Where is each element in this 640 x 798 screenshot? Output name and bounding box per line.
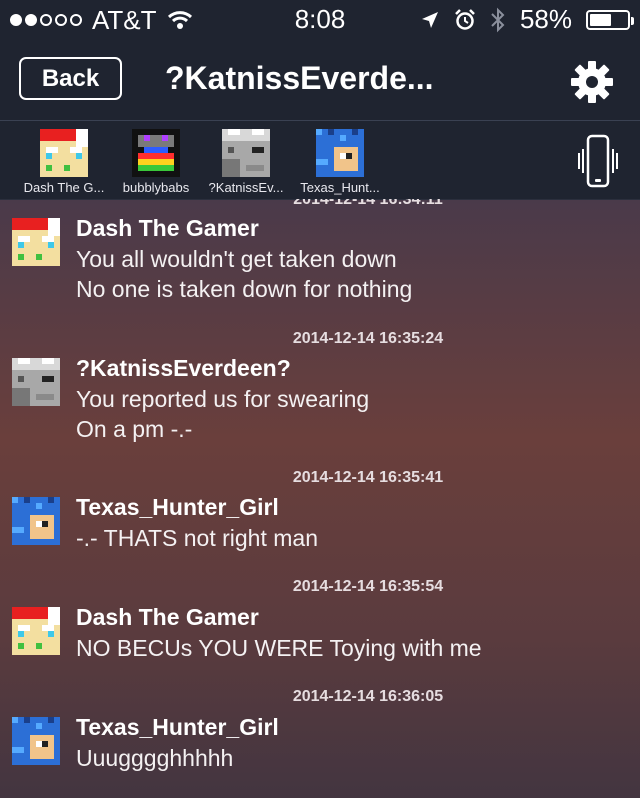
signal-dot	[40, 14, 52, 26]
red-hat-avatar	[12, 218, 60, 266]
timestamp: 2014-12-14 16:35:24	[292, 330, 444, 347]
status-right: 58%	[420, 4, 634, 35]
gray-avatar	[12, 358, 60, 406]
signal-strength-icon	[10, 14, 82, 26]
red-hat-avatar	[12, 607, 60, 655]
carrier-label: AT&T	[92, 4, 157, 35]
message-item: Texas_Hunter_Girl -.- THATS not right ma…	[12, 494, 622, 554]
member-item[interactable]: bubblybabs	[108, 129, 204, 195]
rainbow-avatar	[132, 129, 180, 177]
navigation-bar: Back ?KatnissEverde...	[0, 40, 640, 121]
status-left: AT&T	[0, 5, 193, 36]
wifi-icon	[167, 11, 192, 29]
vibrate-phone-icon[interactable]	[578, 133, 618, 189]
alarm-clock-icon	[455, 8, 475, 30]
signal-dot	[10, 14, 22, 26]
member-name: Dash The G...	[23, 180, 105, 195]
chat-title: ?KatnissEverde...	[165, 60, 434, 96]
message-text: -.- THATS not right man	[76, 525, 318, 551]
battery-fill	[590, 13, 611, 26]
blue-avatar	[12, 497, 60, 545]
message-item: ?KatnissEverdeen? You reported us for sw…	[12, 355, 622, 445]
timestamp: 2014-12-14 16:35:54	[292, 578, 444, 595]
message-text: Uuugggghhhhh	[76, 745, 234, 771]
battery-percent: 58%	[519, 4, 572, 34]
chat-log[interactable]: 2014-12-14 16:34:11 Dash The Gamer You a…	[0, 199, 640, 798]
member-name: Texas_Hunt...	[300, 180, 380, 195]
member-name: bubblybabs	[122, 180, 190, 195]
sender-name: Texas_Hunter_Girl	[76, 714, 279, 740]
member-item[interactable]: Dash The G...	[16, 129, 112, 195]
sender-name: ?KatnissEverdeen?	[76, 355, 291, 381]
message-text: No one is taken down for nothing	[76, 276, 413, 302]
message-item: Dash The Gamer NO BECUs YOU WERE Toying …	[12, 604, 622, 664]
sender-name: Dash The Gamer	[76, 604, 259, 630]
sender-name: Texas_Hunter_Girl	[76, 494, 279, 520]
message-item: Dash The Gamer You all wouldn't get take…	[12, 215, 622, 305]
signal-dot	[25, 14, 37, 26]
member-name: ?KatnissEv...	[208, 180, 284, 195]
signal-dot	[55, 14, 67, 26]
member-item[interactable]: Texas_Hunt...	[292, 129, 388, 195]
blue-avatar	[316, 129, 364, 177]
status-bar: AT&T 8:08 58%	[0, 0, 640, 40]
message-text: On a pm -.-	[76, 416, 193, 442]
back-button[interactable]: Back	[19, 57, 122, 100]
timestamp: 2014-12-14 16:36:05	[292, 688, 444, 705]
bluetooth-icon	[491, 7, 505, 32]
signal-dot	[70, 14, 82, 26]
sender-name: Dash The Gamer	[76, 215, 259, 241]
message-item: Texas_Hunter_Girl Uuugggghhhhh	[12, 714, 622, 774]
member-item[interactable]: ?KatnissEv...	[198, 129, 294, 195]
gear-icon[interactable]	[570, 60, 614, 104]
message-text: NO BECUs YOU WERE Toying with me	[76, 635, 482, 661]
message-text: You all wouldn't get taken down	[76, 246, 397, 272]
gray-avatar	[222, 129, 270, 177]
red-hat-avatar	[40, 129, 88, 177]
message-text: You reported us for swearing	[76, 386, 370, 412]
location-arrow-icon	[421, 11, 438, 28]
timestamp: 2014-12-14 16:35:41	[292, 469, 444, 486]
battery-icon	[586, 9, 634, 30]
members-strip: Dash The G... bubblybabs ?KatnissEv... T…	[0, 121, 640, 200]
timestamp: 2014-12-14 16:34:11	[293, 199, 443, 208]
blue-avatar	[12, 717, 60, 765]
